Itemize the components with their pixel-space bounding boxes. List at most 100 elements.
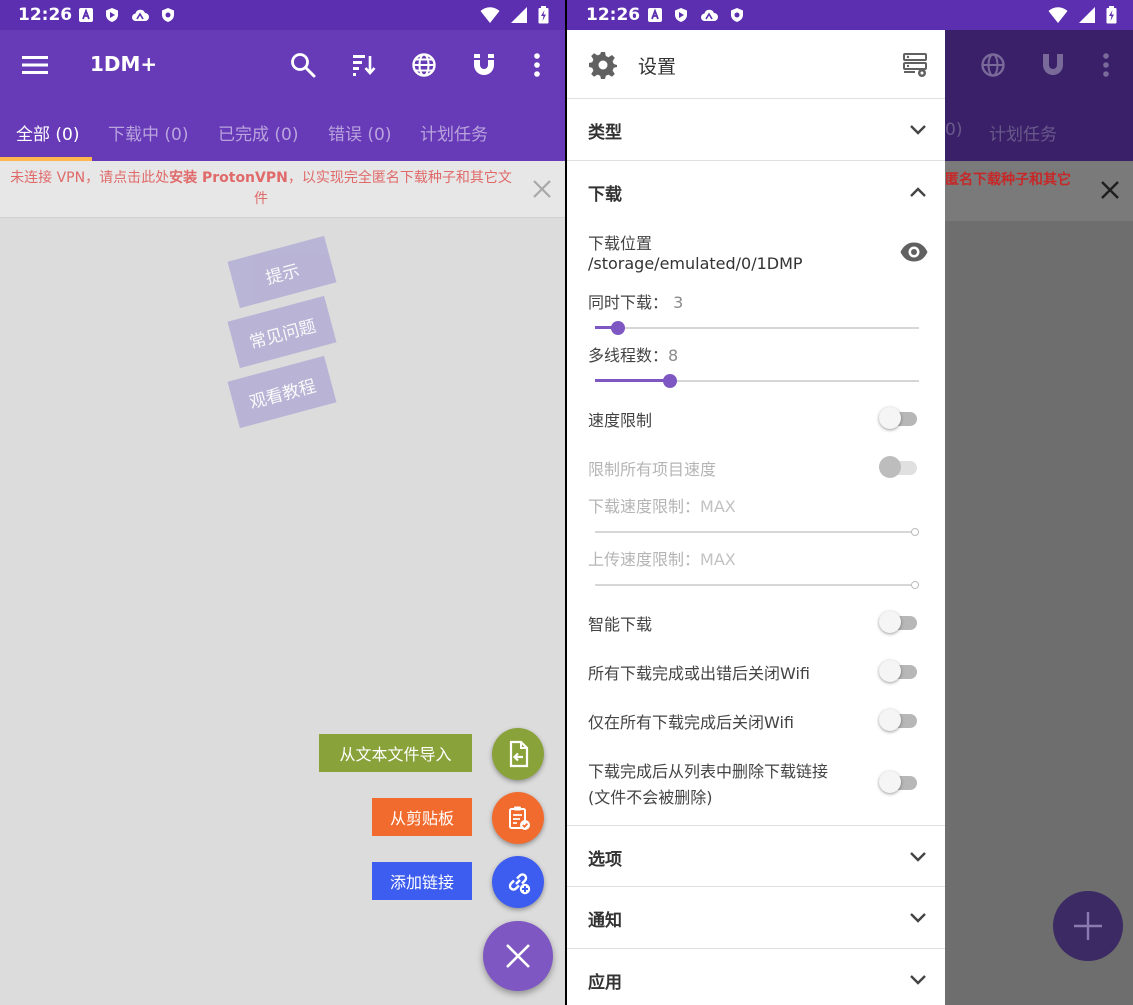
tab-bar: 全部 (0) 下载中 (0) 已完成 (0) 错误 (0) 计划任务 [0, 100, 565, 161]
wifi-off-done-switch[interactable] [879, 708, 919, 732]
browser-globe-icon [981, 53, 1005, 77]
switch-knob [879, 771, 901, 793]
vpn-banner-install-link[interactable]: 安装 ProtonVPN [169, 170, 288, 186]
more-vert-icon [1103, 53, 1109, 77]
signal-icon [511, 7, 527, 23]
concurrent-downloads-label: 同时下载： 3 [588, 289, 683, 313]
threads-slider[interactable] [595, 373, 919, 389]
speed-limit-switch[interactable] [879, 406, 919, 430]
vpn-banner-text-a: 未连接 VPN，请点击此处 [10, 170, 170, 186]
close-icon [506, 944, 530, 968]
slider-thumb[interactable] [611, 321, 625, 335]
link-add-icon [508, 873, 531, 895]
sort-icon[interactable] [349, 50, 379, 80]
eye-icon[interactable] [899, 241, 929, 263]
download-location-label: 下载位置 [588, 234, 653, 253]
tab-completed[interactable]: 已完成 (0) [218, 120, 298, 145]
section-download[interactable]: 下载 [567, 161, 945, 223]
status-time: 12:26 [18, 5, 73, 25]
smart-download-label: 智能下载 [588, 615, 653, 634]
download-location-path[interactable]: /storage/emulated/0/1DMP [588, 254, 803, 273]
remove-link-label-line1: 下载完成后从列表中删除下载链接 [588, 762, 829, 781]
settings-drawer: 设置 类型 下载 下载位置 /storage/emulated/0/1DMP 同… [567, 30, 945, 1005]
wifi-icon [1048, 7, 1068, 23]
wifi-off-done-or-error-label: 所有下载完成或出错后关闭Wifi [588, 664, 810, 683]
shield-notification-icon-2 [162, 8, 174, 22]
slider-fill [595, 379, 670, 382]
concurrent-downloads-value: 3 [673, 293, 684, 312]
close-icon [1101, 181, 1119, 199]
settings-storage-icon[interactable] [901, 50, 929, 78]
concurrent-downloads-text: 同时下载： [588, 293, 669, 312]
status-time: 12:26 [586, 5, 641, 25]
tab-downloading[interactable]: 下载中 (0) [108, 120, 188, 145]
battery-charging-icon [538, 6, 549, 24]
dimmed-tab-scheduled: 计划任务 [989, 125, 1057, 145]
slider-thumb[interactable] [663, 374, 677, 388]
upload-speed-limit-text: 上传速度限制： [588, 550, 701, 569]
chevron-up-icon [910, 187, 926, 197]
section-options[interactable]: 选项 [567, 825, 945, 887]
magnet-icon[interactable] [469, 50, 499, 80]
signal-icon [1079, 7, 1095, 23]
section-options-title: 选项 [588, 850, 622, 870]
section-type-title: 类型 [588, 123, 622, 143]
switch-knob [879, 611, 901, 633]
smart-download-switch[interactable] [879, 610, 919, 634]
tab-all[interactable]: 全部 (0) [16, 120, 79, 145]
download-speed-limit-text: 下载速度限制： [588, 497, 701, 516]
upload-speed-limit-label: 上传速度限制：MAX [588, 546, 736, 570]
dimmed-banner-text: 匿名下载种子和其它 [945, 172, 1071, 188]
tab-errors[interactable]: 错误 (0) [328, 120, 391, 145]
browser-globe-icon[interactable] [409, 50, 439, 80]
section-notifications-title: 通知 [588, 911, 622, 931]
threads-text: 多线程数： [588, 346, 669, 365]
section-type[interactable]: 类型 [567, 99, 945, 161]
magnet-icon [1043, 54, 1063, 75]
import-text-label[interactable]: 从文本文件导入 [319, 734, 472, 772]
vpn-banner[interactable]: 未连接 VPN，请点击此处安装 ProtonVPN，以实现完全匿名下载种子和其它… [0, 161, 565, 218]
shield-notification-icon [675, 8, 687, 22]
file-import-icon [509, 740, 529, 768]
download-speed-limit-label: 下载速度限制：MAX [588, 493, 736, 517]
search-icon[interactable] [288, 50, 318, 80]
limit-all-speed-switch[interactable] [879, 455, 919, 479]
dimmed-tab-errors-tail: 0) [945, 120, 963, 140]
download-speed-limit-slider[interactable] [595, 524, 919, 540]
chevron-down-icon [910, 125, 926, 135]
clipboard-check-icon [509, 806, 530, 830]
app-title: 1DM+ [90, 52, 158, 76]
close-icon[interactable] [531, 178, 553, 200]
menu-icon[interactable] [20, 52, 50, 78]
shield-notification-icon-2 [731, 8, 743, 22]
slider-thumb[interactable] [911, 581, 919, 589]
add-link-fab[interactable] [492, 856, 544, 908]
section-notifications[interactable]: 通知 [567, 887, 945, 949]
app-bar: 1DM+ [0, 30, 565, 100]
cloud-notification-icon [132, 9, 149, 21]
more-vert-icon[interactable] [522, 50, 552, 80]
accessibility-notification-icon [79, 8, 93, 22]
import-text-fab[interactable] [492, 728, 544, 780]
chevron-down-icon [910, 852, 926, 862]
gear-icon [589, 52, 617, 79]
tab-scheduled[interactable]: 计划任务 [420, 120, 488, 145]
concurrent-downloads-slider[interactable] [595, 320, 919, 336]
status-right-icons [480, 6, 549, 24]
settings-title: 设置 [638, 56, 677, 78]
main-screen: 12:26 1DM+ 全部 (0) 下载中 (0) 已完成 (0) 错误 (0)… [0, 0, 565, 1005]
add-link-label[interactable]: 添加链接 [372, 862, 472, 900]
wifi-off-done-or-error-switch[interactable] [879, 659, 919, 683]
settings-header: 设置 [567, 30, 945, 99]
section-apply[interactable]: 应用 [567, 949, 945, 1005]
clipboard-label[interactable]: 从剪贴板 [372, 798, 472, 836]
accessibility-notification-icon [648, 8, 662, 22]
add-icon [1074, 912, 1102, 940]
battery-charging-icon [1106, 6, 1117, 24]
slider-thumb[interactable] [911, 528, 919, 536]
cloud-notification-icon [701, 9, 718, 21]
close-fab-menu-button[interactable] [483, 921, 553, 991]
clipboard-fab[interactable] [492, 792, 544, 844]
remove-link-switch[interactable] [879, 770, 919, 794]
upload-speed-limit-slider[interactable] [595, 577, 919, 593]
